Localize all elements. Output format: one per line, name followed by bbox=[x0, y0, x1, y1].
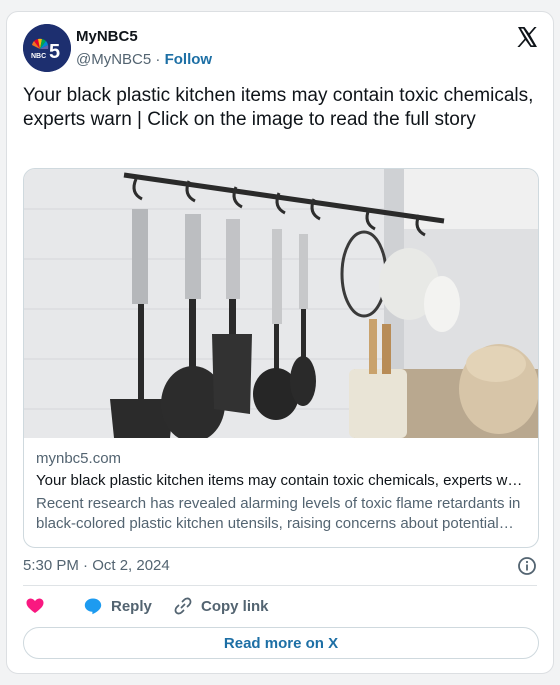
read-more-button[interactable]: Read more on X bbox=[23, 627, 539, 659]
tweet-card: NBC 5 MyNBC5 @MyNBC5 · Follow Your black… bbox=[6, 11, 554, 674]
avatar[interactable]: NBC 5 bbox=[23, 24, 71, 72]
author-name[interactable]: MyNBC5 bbox=[76, 28, 138, 45]
nbc5-logo: NBC 5 bbox=[23, 24, 71, 72]
action-bar: Reply Copy link bbox=[23, 596, 539, 618]
reply-icon bbox=[84, 598, 102, 615]
reply-label: Reply bbox=[111, 597, 152, 615]
link-domain: mynbc5.com bbox=[36, 450, 122, 467]
link-title[interactable]: Your black plastic kitchen items may con… bbox=[36, 471, 526, 491]
link-description: Recent research has revealed alarming le… bbox=[36, 495, 521, 532]
reply-button[interactable]: Reply bbox=[83, 596, 152, 616]
separator: · bbox=[155, 51, 161, 68]
author-handle[interactable]: @MyNBC5 bbox=[76, 51, 151, 68]
svg-text:NBC: NBC bbox=[31, 53, 46, 60]
kitchen-utensils-image[interactable] bbox=[24, 169, 538, 438]
info-icon[interactable] bbox=[517, 556, 537, 576]
divider bbox=[23, 585, 537, 586]
follow-button[interactable]: Follow bbox=[165, 51, 213, 68]
x-logo-icon[interactable] bbox=[515, 25, 539, 49]
link-meta: mynbc5.com Your black plastic kitchen it… bbox=[36, 449, 526, 534]
copy-link-button[interactable]: Copy link bbox=[173, 596, 269, 616]
tweet-timestamp[interactable]: 5:30 PM · Oct 2, 2024 bbox=[23, 557, 170, 574]
svg-text:5: 5 bbox=[49, 41, 60, 63]
link-preview-card[interactable]: mynbc5.com Your black plastic kitchen it… bbox=[23, 168, 539, 548]
copy-link-label: Copy link bbox=[201, 597, 269, 615]
link-icon bbox=[174, 597, 192, 615]
author-handle-row: @MyNBC5 · Follow bbox=[76, 51, 212, 68]
tweet-text: Your black plastic kitchen items may con… bbox=[23, 85, 534, 130]
like-button[interactable] bbox=[25, 596, 45, 616]
heart-icon bbox=[26, 598, 44, 613]
